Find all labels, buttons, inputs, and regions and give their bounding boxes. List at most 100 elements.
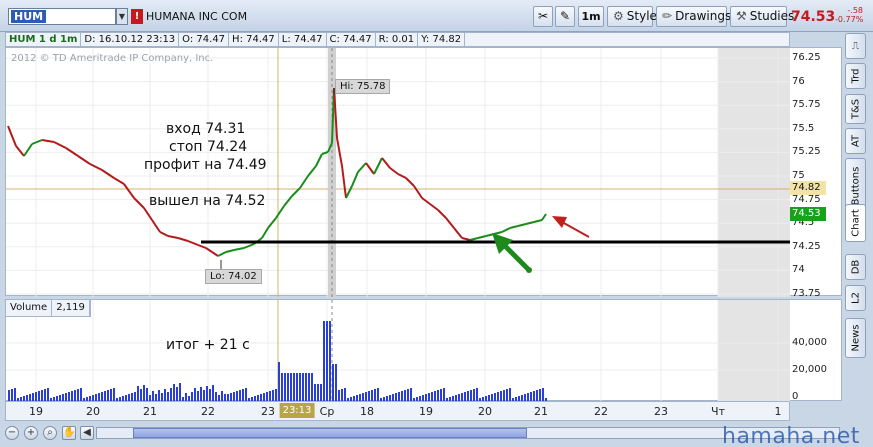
candle bbox=[77, 155, 91, 165]
drawings-button[interactable]: ✏ Drawings bbox=[656, 6, 731, 27]
volume-bar bbox=[440, 389, 442, 401]
pan-hand-icon[interactable]: ✋ bbox=[62, 426, 76, 440]
chart-title[interactable]: HUM 1 d 1m bbox=[6, 33, 82, 46]
candle bbox=[275, 205, 285, 219]
info-close: C: 74.47 bbox=[327, 33, 376, 46]
scroll-left-icon[interactable]: ◀ bbox=[80, 426, 94, 440]
volume-bar bbox=[305, 373, 307, 401]
volume-bar bbox=[113, 388, 115, 401]
tab-trd[interactable]: Trd bbox=[845, 63, 866, 89]
candle bbox=[211, 251, 219, 257]
cursor-time-flag: 23:13 bbox=[279, 403, 315, 418]
volume-bar bbox=[29, 394, 31, 401]
price-change: -.58 -0.77% bbox=[835, 6, 863, 24]
candle bbox=[341, 165, 347, 199]
candle bbox=[461, 237, 471, 241]
alert-icon[interactable]: ! bbox=[131, 9, 143, 24]
wrench-icon[interactable]: ✎ bbox=[555, 6, 575, 27]
green-arrow[interactable] bbox=[492, 233, 532, 273]
red-arrow[interactable] bbox=[552, 216, 590, 238]
volume-bar bbox=[212, 385, 214, 401]
info-range: R: 0.01 bbox=[376, 33, 419, 46]
studies-button[interactable]: ⚒ Studies bbox=[730, 6, 794, 27]
volume-bar bbox=[41, 390, 43, 401]
volume-bar bbox=[443, 388, 445, 401]
zoom-out-icon[interactable]: − bbox=[5, 426, 19, 440]
volume-axis[interactable]: 40,000 20,000 0 bbox=[790, 299, 842, 402]
volume-bar bbox=[293, 373, 295, 401]
volume-bar bbox=[299, 373, 301, 401]
volume-bar bbox=[80, 388, 82, 401]
volume-bar bbox=[206, 386, 208, 401]
volume-bar bbox=[431, 392, 433, 401]
volume-bar bbox=[173, 384, 175, 401]
candle bbox=[389, 167, 399, 175]
tab-db[interactable]: DB bbox=[845, 254, 866, 280]
price-tick: 75.75 bbox=[792, 99, 821, 111]
volume-bar bbox=[338, 390, 340, 401]
interval-button[interactable]: 1m bbox=[578, 6, 604, 27]
volume-bar bbox=[38, 391, 40, 401]
symbol-dropdown-icon[interactable]: ▼ bbox=[116, 8, 128, 25]
time-tick: 19 bbox=[419, 405, 433, 418]
price-pane[interactable]: 2012 © TD Ameritrade IP Company, Inc. Hi… bbox=[5, 47, 791, 297]
volume-bar bbox=[278, 362, 280, 401]
volume-bar bbox=[131, 393, 133, 401]
candle bbox=[357, 162, 367, 173]
volume-bar bbox=[437, 390, 439, 401]
volume-header: Volume 2,119 bbox=[6, 300, 91, 317]
volume-bar bbox=[107, 390, 109, 401]
tab-l2[interactable]: L2 bbox=[845, 285, 866, 311]
candle bbox=[469, 237, 479, 241]
style-label: Style bbox=[626, 9, 657, 23]
candle bbox=[243, 243, 255, 249]
profit-annotation: профит на 74.49 bbox=[144, 157, 267, 173]
price-tick: 75 bbox=[792, 170, 805, 181]
candle bbox=[283, 195, 293, 207]
volume-bar bbox=[143, 385, 145, 401]
magnifier-icon[interactable]: ⌕ bbox=[43, 426, 57, 440]
price-tick: 75.5 bbox=[792, 122, 815, 134]
volume-chart[interactable] bbox=[6, 300, 791, 402]
volume-bar bbox=[302, 373, 304, 401]
chart-window: HUM ▼ ! HUMANA INC COM ✂ ✎ 1m ⚙ Style ✏ Dr… bbox=[0, 0, 873, 447]
volume-label: Volume bbox=[6, 300, 53, 316]
watermark: hamaha.net bbox=[722, 424, 860, 447]
time-tick: 21 bbox=[143, 405, 157, 418]
candle bbox=[381, 157, 391, 169]
volume-bar bbox=[344, 388, 346, 401]
candle bbox=[205, 247, 213, 253]
candle bbox=[405, 177, 415, 187]
price-grid bbox=[6, 48, 791, 297]
scrollbar-thumb[interactable] bbox=[133, 428, 527, 438]
price-chart[interactable] bbox=[6, 48, 791, 297]
candle bbox=[123, 183, 135, 199]
tab-news[interactable]: News bbox=[845, 318, 866, 358]
volume-bar bbox=[506, 389, 508, 401]
volume-bar bbox=[134, 392, 136, 401]
volume-bar bbox=[68, 392, 70, 401]
volume-pane[interactable]: Volume 2,119 итог + 21 с bbox=[5, 299, 791, 402]
volume-bar bbox=[65, 393, 67, 401]
zoom-in-icon[interactable]: + bbox=[24, 426, 38, 440]
symbol-input[interactable]: HUM bbox=[8, 8, 116, 25]
scissors-icon[interactable]: ✂ bbox=[533, 6, 553, 27]
volume-bar bbox=[284, 373, 286, 401]
tab-chart[interactable]: Chart bbox=[845, 204, 866, 242]
last-price-flag: 74.53 bbox=[790, 207, 826, 221]
price-axis[interactable]: 76.25 76 75.75 75.5 75.25 75 74.75 74.5 74.25 74 7… bbox=[790, 47, 842, 299]
candle bbox=[351, 171, 359, 187]
style-button[interactable]: ⚙ Style bbox=[607, 6, 657, 27]
volume-bar bbox=[221, 391, 223, 401]
volume-bar bbox=[425, 394, 427, 401]
tab-chart-settings-icon[interactable]: ⎍ bbox=[845, 33, 866, 59]
time-axis[interactable]: 19 20 21 22 23 Ср 18 19 20 21 22 23 Чт 1 23:13 bbox=[5, 401, 790, 421]
tab-at[interactable]: AT bbox=[845, 128, 866, 154]
candle bbox=[101, 169, 115, 179]
volume-bar bbox=[200, 387, 202, 401]
candle bbox=[541, 213, 547, 221]
tab-ts[interactable]: T&S bbox=[845, 94, 866, 124]
candle bbox=[501, 227, 511, 233]
volume-bar bbox=[461, 393, 463, 401]
volume-bar bbox=[74, 390, 76, 401]
